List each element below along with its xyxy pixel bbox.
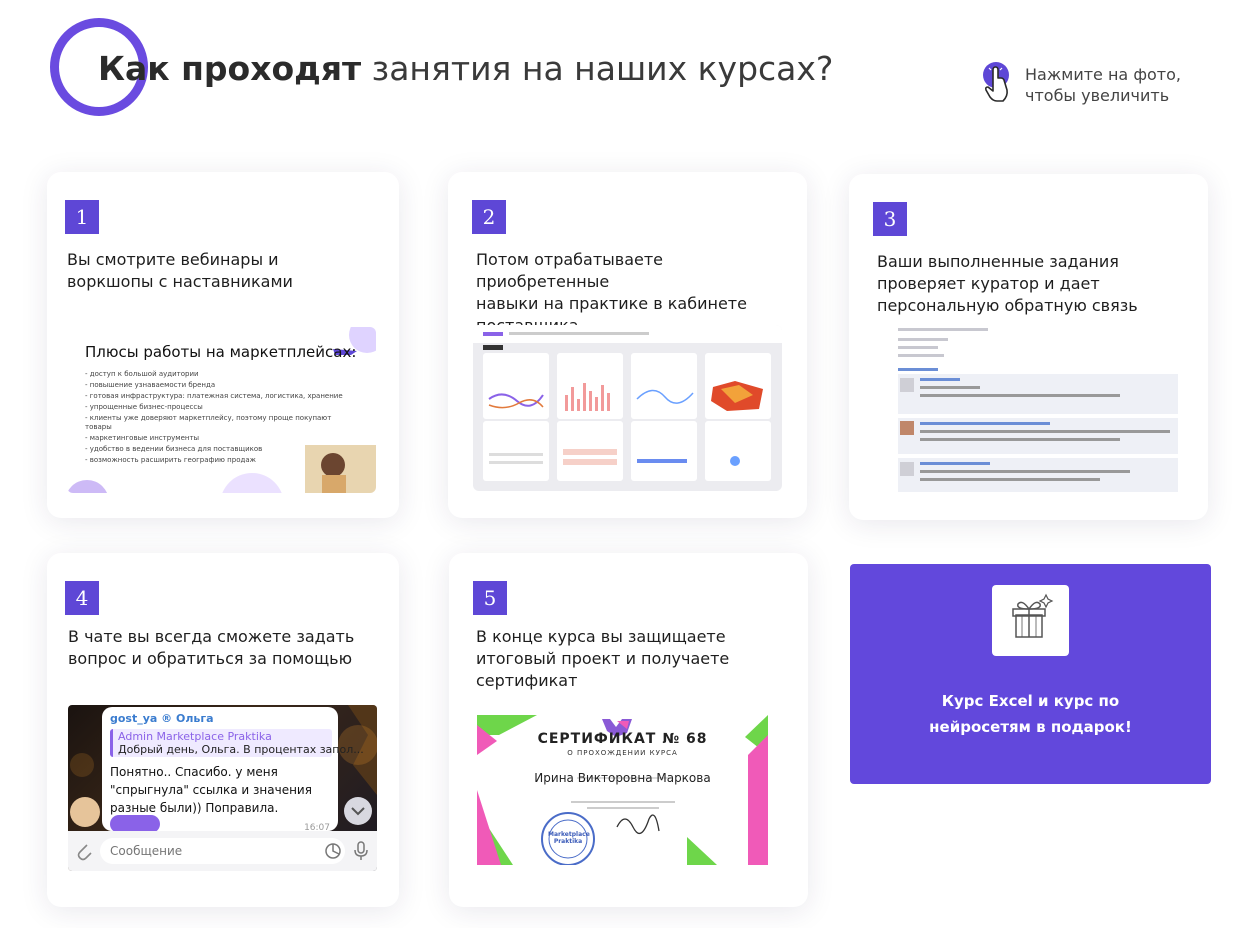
step-number-badge: 3 [873,202,907,236]
page-title: Как проходят занятия на наших курсах? [98,49,833,89]
step-number-badge: 2 [472,200,506,234]
emoji-icon[interactable] [324,842,342,860]
certificate-holder-name: Ирина Викторовна Маркова [534,771,711,785]
step-line: Ваши выполненные задания [877,252,1119,271]
header: Как проходят занятия на наших курсах? [50,18,833,118]
supplier-cabinet-screenshot[interactable] [473,325,782,491]
slide-title: Плюсы работы на маркетплейсах: [85,343,357,361]
chat-line: Понятно.. Спасибо. у меня [110,765,278,779]
slide-list-item: - упрощенные бизнес-процессы [85,403,203,411]
step-line: В чате вы всегда сможете задать [68,627,355,646]
step-card-5: 5 В конце курса вы защищаете итоговый пр… [449,553,808,907]
step-line: проверяет куратор и дает [877,274,1100,293]
step-description: В конце курса вы защищаете итоговый прое… [476,626,796,692]
step-line: Потом отрабатываете приобретенные [476,250,664,291]
step-line: сертификат [476,671,578,690]
reply-author: Admin Marketplace Praktika [118,730,272,743]
promo-line: нейросетям в подарок! [929,718,1132,736]
chat-avatar [70,797,100,827]
chat-message-bubble: gost_ya ® Ольга Admin Marketplace Prakti… [102,707,364,833]
chevron-down-icon [351,807,365,816]
gift-promo-text: Курс Excel и курс по нейросетям в подаро… [850,688,1211,740]
page-title-light: занятия на наших курсах? [371,49,834,88]
microphone-icon[interactable] [353,841,369,861]
step-number-badge: 1 [65,200,99,234]
chat-screenshot[interactable]: gost_ya ® Ольга Admin Marketplace Prakti… [68,705,377,871]
step-description: Потом отрабатываете приобретенные навыки… [476,249,796,337]
step-description: В чате вы всегда сможете задать вопрос и… [68,626,388,670]
zoom-hint: Нажмите на фото, чтобы увеличить [982,62,1222,108]
webinar-screenshot[interactable]: Плюсы работы на маркетплейсах: - доступ … [67,327,376,493]
slide-list-item: - возможность расширить географию продаж [85,456,256,464]
slide-list-item: - готовая инфраструктура: платежная сист… [85,392,343,400]
step-number-badge: 4 [65,581,99,615]
step-line: Вы смотрите вебинары и [67,250,279,269]
gift-icon [1012,593,1054,638]
message-input[interactable] [100,838,345,864]
slide-list-item: - повышение узнаваемости бренда [85,381,216,389]
zoom-hint-text: Нажмите на фото, чтобы увеличить [1025,64,1181,106]
certificate-title: СЕРТИФИКАТ № 68 [537,731,708,747]
certificate-stamp-text: Marketplace Praktika [548,831,590,845]
slide-list-item: товары [85,423,112,431]
chat-message-text: Понятно.. Спасибо. у меня "спрыгнула" сс… [110,763,312,817]
step-description: Ваши выполненные задания проверяет курат… [877,251,1197,317]
chat-input-bar [68,831,377,871]
certificate-subtitle: О ПРОХОЖДЕНИИ КУРСА [567,749,678,757]
gift-promo-card[interactable]: Курс Excel и курс по нейросетям в подаро… [850,564,1211,784]
step-card-1: 1 Вы смотрите вебинары и воркшопы с наст… [47,172,399,518]
tap-hand-icon [983,62,1009,102]
slide-list-item: - удобство в ведении бизнеса для поставщ… [85,445,263,453]
chat-line: "спрыгнула" ссылка и значения [110,783,312,797]
promo-line: Курс Excel и курс по [941,692,1120,710]
step-line: В конце курса вы защищаете [476,627,726,646]
step-card-2: 2 Потом отрабатываете приобретенные навы… [448,172,807,518]
slide-list-item: - маркетинговые инструменты [85,434,200,442]
curator-feedback-screenshot[interactable] [874,326,1183,492]
dashboard-preview [473,325,782,481]
step-line: навыки на практике в кабинете [476,294,747,313]
gift-icon-box [992,585,1069,656]
attach-icon[interactable] [74,841,94,861]
step-line: итоговый проект и получаете [476,649,730,668]
chat-reply-quote: Admin Marketplace Praktika Добрый день, … [110,729,364,757]
step-line: воркшопы с наставниками [67,272,293,291]
zoom-hint-line1: Нажмите на фото, [1025,65,1181,84]
step-card-3: 3 Ваши выполненные задания проверяет кур… [849,174,1208,520]
chat-sender: gost_ya ® Ольга [110,712,214,725]
page-title-bold: Как проходят [98,49,362,88]
zoom-hint-line2: чтобы увеличить [1025,86,1170,105]
feedback-preview [898,328,1178,492]
step-number-badge: 5 [473,581,507,615]
step-line: вопрос и обратиться за помощью [68,649,353,668]
scroll-down-button[interactable] [344,797,372,825]
slide-list-item: - доступ к большой аудитории [85,370,199,378]
certificate-screenshot[interactable]: СЕРТИФИКАТ № 68 О ПРОХОЖДЕНИИ КУРСА Ирин… [477,715,768,865]
step-description: Вы смотрите вебинары и воркшопы с настав… [67,249,387,293]
slide-list-item: - клиенты уже доверяют маркетплейсу, поэ… [85,414,332,422]
step-line: персональную обратную связь [877,296,1138,315]
step-card-4: 4 В чате вы всегда сможете задать вопрос… [47,553,399,907]
reply-text: Добрый день, Ольга. В процентах запол... [118,743,364,756]
